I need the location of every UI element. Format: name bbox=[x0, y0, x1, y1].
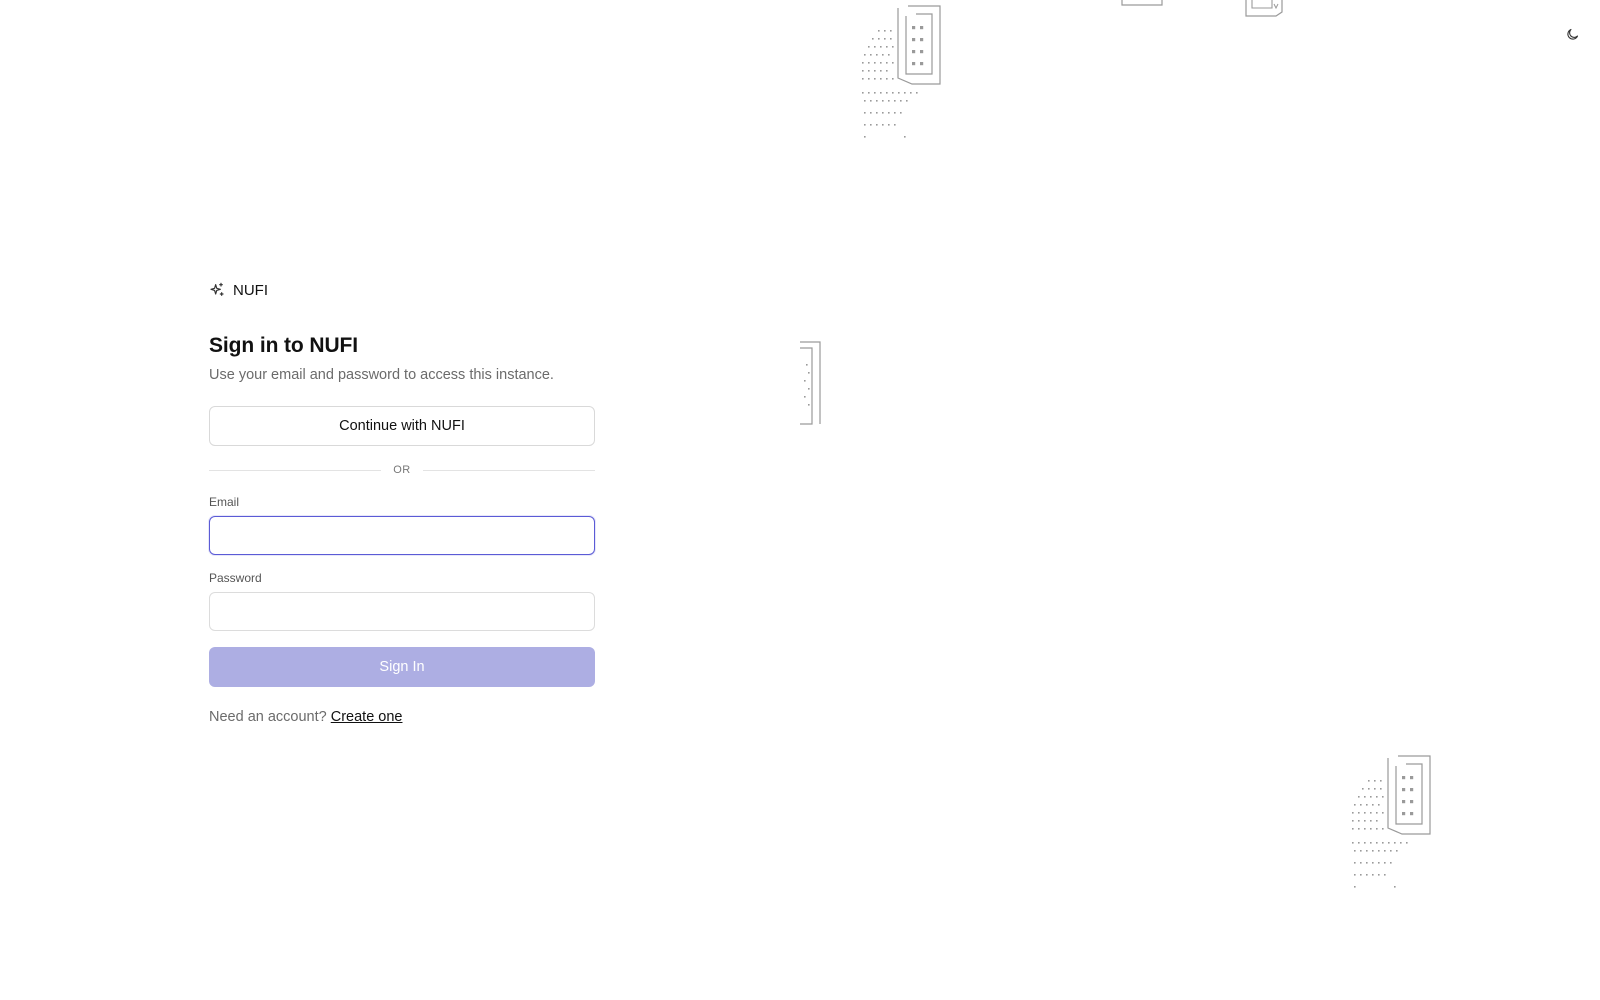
signup-prompt-text: Need an account? bbox=[209, 709, 331, 725]
or-divider: OR bbox=[209, 463, 595, 477]
decorative-frame-glyph-middle bbox=[800, 341, 821, 425]
login-panel: NUFI Sign in to NUFI Use your email and … bbox=[209, 280, 595, 725]
password-field[interactable] bbox=[209, 592, 595, 631]
password-label: Password bbox=[209, 571, 262, 585]
page-title: Sign in to NUFI bbox=[209, 334, 358, 357]
divider-text: OR bbox=[393, 464, 411, 476]
decorative-building-glyph-top bbox=[862, 5, 941, 138]
create-account-link[interactable]: Create one bbox=[331, 709, 403, 725]
moon-icon bbox=[1566, 28, 1578, 40]
email-field[interactable] bbox=[209, 516, 595, 555]
continue-with-sso-button[interactable]: Continue with NUFI bbox=[209, 406, 595, 446]
page-subtitle: Use your email and password to access th… bbox=[209, 367, 554, 383]
sign-in-button[interactable]: Sign In bbox=[209, 647, 595, 687]
divider-line-left bbox=[209, 469, 382, 471]
brand-name: NUFI bbox=[233, 281, 268, 299]
decorative-building-glyph-bottom bbox=[1352, 755, 1431, 888]
decorative-frame-glyph-top-a bbox=[1121, 0, 1163, 6]
decorative-frame-glyph-top-b bbox=[1245, 0, 1283, 17]
divider-line-right bbox=[422, 469, 595, 471]
email-label: Email bbox=[209, 495, 240, 509]
login-page: NUFI Sign in to NUFI Use your email and … bbox=[0, 0, 1600, 1000]
sparkles-icon bbox=[210, 282, 224, 296]
brand: NUFI bbox=[209, 280, 595, 300]
theme-toggle-button[interactable] bbox=[1562, 24, 1582, 44]
signup-prompt: Need an account? Create one bbox=[209, 709, 595, 725]
